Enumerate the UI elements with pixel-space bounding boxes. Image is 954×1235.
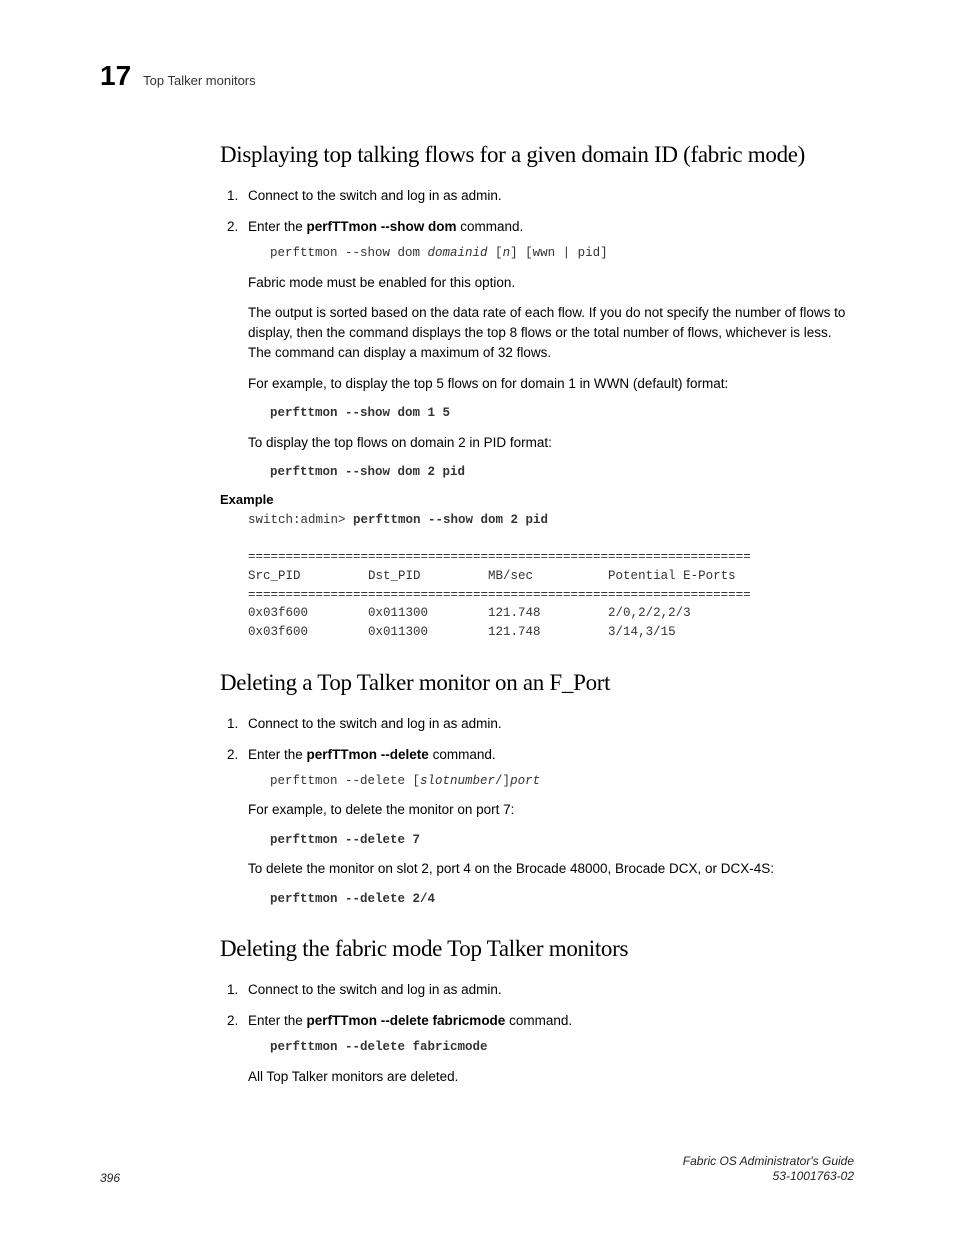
page-header: 17 Top Talker monitors	[100, 60, 854, 92]
example-output: switch:admin> perfttmon --show dom 2 pid…	[248, 511, 854, 642]
section-heading: Displaying top talking flows for a given…	[220, 142, 854, 168]
example-command: perfttmon --show dom 2 pid	[353, 513, 548, 527]
paragraph: All Top Talker monitors are deleted.	[248, 1067, 854, 1087]
code-arg: n	[503, 246, 511, 260]
footer-right: Fabric OS Administrator's Guide 53-10017…	[683, 1154, 854, 1185]
section-displaying-flows: Displaying top talking flows for a given…	[220, 142, 854, 642]
step-item: Connect to the switch and log in as admi…	[242, 186, 854, 207]
section-heading: Deleting the fabric mode Top Talker moni…	[220, 936, 854, 962]
step-item: Enter the perfTTmon --delete fabricmode …	[242, 1011, 854, 1087]
example-table: ========================================…	[248, 550, 751, 639]
doc-number: 53-1001763-02	[683, 1169, 854, 1185]
chapter-number: 17	[100, 60, 131, 92]
paragraph: For example, to display the top 5 flows …	[248, 374, 854, 394]
step-text: command.	[505, 1013, 572, 1028]
command-name: perfTTmon --delete	[307, 747, 429, 762]
steps-list: Connect to the switch and log in as admi…	[220, 980, 854, 1087]
code-text: ] [wwn | pid]	[510, 246, 608, 260]
code-arg: port	[510, 774, 540, 788]
guide-title: Fabric OS Administrator's Guide	[683, 1154, 854, 1170]
paragraph: Fabric mode must be enabled for this opt…	[248, 273, 854, 293]
breadcrumb: Top Talker monitors	[143, 73, 255, 88]
code-text: perfttmon --show dom	[270, 246, 428, 260]
step-item: Connect to the switch and log in as admi…	[242, 714, 854, 735]
step-text: Enter the	[248, 747, 307, 762]
paragraph: For example, to delete the monitor on po…	[248, 800, 854, 820]
steps-list: Connect to the switch and log in as admi…	[220, 714, 854, 909]
code-block: perfttmon --show dom domainid [n] [wwn |…	[270, 244, 854, 263]
page-footer: 396 Fabric OS Administrator's Guide 53-1…	[100, 1154, 854, 1185]
code-block: perfttmon --delete [slotnumber/]port	[270, 772, 854, 791]
example-label: Example	[220, 492, 854, 507]
step-text: Enter the	[248, 1013, 307, 1028]
page-content: Displaying top talking flows for a given…	[220, 142, 854, 1087]
paragraph: The output is sorted based on the data r…	[248, 303, 854, 364]
prompt-text: switch:admin>	[248, 513, 353, 527]
code-block: perfttmon --delete 2/4	[270, 890, 854, 909]
step-item: Enter the perfTTmon --delete command. pe…	[242, 745, 854, 909]
code-block: perfttmon --show dom 2 pid	[270, 463, 854, 482]
section-heading: Deleting a Top Talker monitor on an F_Po…	[220, 670, 854, 696]
code-text: [	[488, 246, 503, 260]
step-text: command.	[457, 219, 524, 234]
steps-list: Connect to the switch and log in as admi…	[220, 186, 854, 482]
command-name: perfTTmon --delete fabricmode	[307, 1013, 506, 1028]
step-text: Enter the	[248, 219, 307, 234]
code-text: /]	[495, 774, 510, 788]
section-deleting-fabricmode: Deleting the fabric mode Top Talker moni…	[220, 936, 854, 1087]
code-arg: slotnumber	[420, 774, 495, 788]
step-text: command.	[429, 747, 496, 762]
code-block: perfttmon --delete 7	[270, 831, 854, 850]
paragraph: To delete the monitor on slot 2, port 4 …	[248, 859, 854, 879]
code-text: perfttmon --delete [	[270, 774, 420, 788]
step-item: Enter the perfTTmon --show dom command. …	[242, 217, 854, 482]
code-block: perfttmon --show dom 1 5	[270, 404, 854, 423]
section-deleting-fport: Deleting a Top Talker monitor on an F_Po…	[220, 670, 854, 909]
paragraph: To display the top flows on domain 2 in …	[248, 433, 854, 453]
page-number: 396	[100, 1171, 120, 1185]
code-arg: domainid	[428, 246, 488, 260]
command-name: perfTTmon --show dom	[307, 219, 457, 234]
code-block: perfttmon --delete fabricmode	[270, 1038, 854, 1057]
step-item: Connect to the switch and log in as admi…	[242, 980, 854, 1001]
